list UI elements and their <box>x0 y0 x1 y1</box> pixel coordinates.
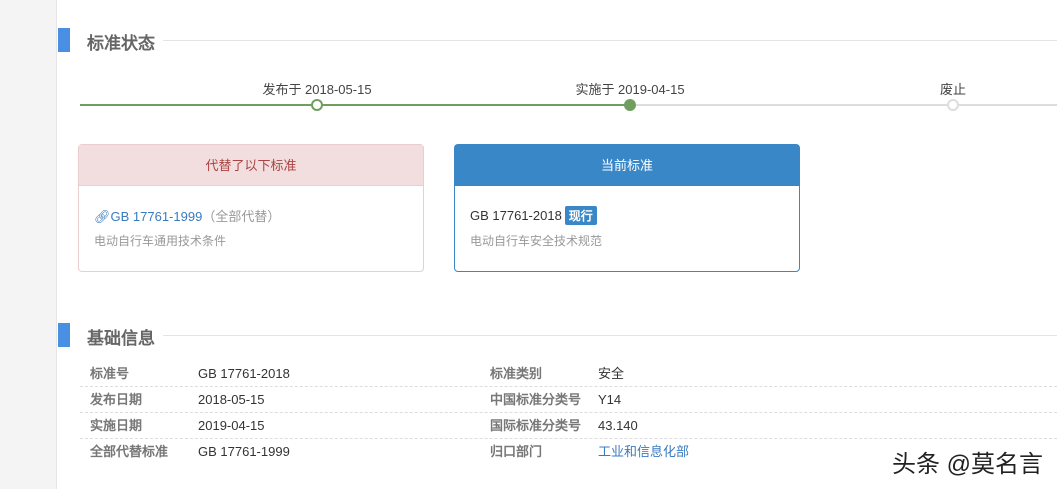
info-label: 归口部门 <box>490 444 543 459</box>
status-section-header: 标准状态 <box>58 28 1057 54</box>
section-marker <box>58 28 70 52</box>
divider <box>87 40 1057 41</box>
replaced-standard-link[interactable]: 🔗︎GB 17761-1999 <box>94 209 202 224</box>
department-link[interactable]: 工业和信息化部 <box>598 439 689 465</box>
standard-code: GB 17761-2018 <box>470 208 562 223</box>
info-row: 发布日期 2018-05-15 中国标准分类号 Y14 <box>80 387 1057 413</box>
info-value: GB 17761-2018 <box>198 366 290 381</box>
info-row: 实施日期 2019-04-15 国际标准分类号 43.140 <box>80 413 1057 439</box>
current-standard-card: 当前标准 GB 17761-2018 现行 电动自行车安全技术规范 <box>454 144 800 272</box>
timeline-dot-implement <box>624 99 636 111</box>
standard-code: GB 17761-1999 <box>110 209 203 224</box>
info-label: 全部代替标准 <box>90 444 169 459</box>
standard-description: 电动自行车安全技术规范 <box>470 234 603 248</box>
info-label: 国际标准分类号 <box>490 418 582 433</box>
info-label: 实施日期 <box>90 418 143 433</box>
timeline-dot-abolish <box>947 99 959 111</box>
card-header: 当前标准 <box>455 145 799 186</box>
timeline-label-abolish: 废止 <box>939 82 967 97</box>
timeline-dot-publish <box>311 99 323 111</box>
info-label: 发布日期 <box>90 392 143 407</box>
info-value: 43.140 <box>598 418 638 433</box>
status-badge: 现行 <box>564 206 597 225</box>
replace-note: （全部代替） <box>202 209 281 224</box>
info-value: 2018-05-15 <box>198 392 265 407</box>
section-title: 标准状态 <box>87 29 163 54</box>
info-label: 中国标准分类号 <box>490 392 582 407</box>
timeline-label-implement: 实施于 2019-04-15 <box>575 82 685 97</box>
info-section-header: 基础信息 <box>58 323 1057 349</box>
watermark: 头条 @莫名言 <box>891 451 1043 478</box>
info-label: 标准类别 <box>490 366 543 381</box>
section-title: 基础信息 <box>87 324 163 349</box>
info-row: 标准号 GB 17761-2018 标准类别 安全 <box>80 361 1057 387</box>
info-label: 标准号 <box>90 366 130 381</box>
info-value: 安全 <box>598 366 625 381</box>
replaced-standards-card: 代替了以下标准 🔗︎GB 17761-1999（全部代替） 电动自行车通用技术条… <box>78 144 424 272</box>
card-header: 代替了以下标准 <box>79 145 423 186</box>
timeline-label-publish: 发布于 2018-05-15 <box>262 82 372 97</box>
timeline-progress <box>80 104 630 106</box>
standard-description: 电动自行车通用技术条件 <box>94 234 227 248</box>
info-value: GB 17761-1999 <box>198 444 290 459</box>
divider <box>87 335 1057 336</box>
info-value: 2019-04-15 <box>198 418 265 433</box>
section-marker <box>58 323 70 347</box>
timeline-track <box>630 104 1057 106</box>
info-value: Y14 <box>598 392 622 407</box>
link-icon: 🔗︎ <box>94 209 111 224</box>
left-sidebar <box>0 0 57 489</box>
